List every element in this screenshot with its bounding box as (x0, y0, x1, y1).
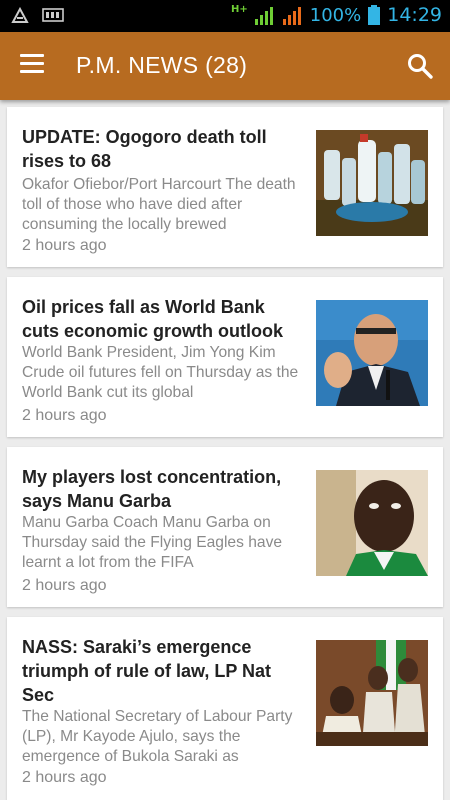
article-time: 2 hours ago (22, 769, 107, 786)
article-time: 2 hours ago (22, 237, 107, 254)
article-snippet: Manu Garba Coach Manu Garba on Thursday … (22, 514, 283, 571)
notification-icons (10, 6, 64, 24)
article-title: NASS: Saraki’s emergence triumph of rule… (22, 637, 272, 705)
article-title: Oil prices fall as World Bank cuts econo… (22, 297, 284, 341)
news-card[interactable]: NASS: Saraki’s emergence triumph of rule… (7, 617, 443, 800)
signal-strength-icon (254, 7, 273, 25)
clock-label: 14:29 (387, 4, 442, 26)
system-status-icons: H+ 100% 14:29 (231, 3, 442, 27)
article-thumbnail-senate-officials (316, 640, 428, 746)
app-toolbar: P.M. NEWS (28) (0, 32, 450, 100)
article-title: My players lost concentration, says Manu… (22, 467, 282, 511)
article-snippet: The National Secretary of Labour Party (… (22, 708, 293, 765)
battery-percent-label: 100% (309, 4, 362, 26)
wifi-signal-icon (282, 7, 301, 25)
battery-icon (368, 5, 381, 25)
article-time: 2 hours ago (22, 407, 107, 424)
network-type-label: H+ (231, 3, 248, 15)
hamburger-menu-icon[interactable] (20, 54, 50, 78)
news-card[interactable]: Oil prices fall as World Bank cuts econo… (7, 277, 443, 437)
recycle-notification-icon (11, 6, 29, 23)
news-card[interactable]: My players lost concentration, says Manu… (7, 447, 443, 607)
article-snippet: World Bank President, Jim Yong Kim Crude… (22, 344, 299, 401)
article-thumbnail-bottles (316, 130, 428, 236)
status-bar: H+ 100% 14:29 (0, 0, 450, 32)
article-thumbnail-world-bank-president (316, 300, 428, 406)
search-icon[interactable] (406, 52, 434, 80)
article-snippet: Okafor Ofiebor/Port Harcourt The death t… (22, 176, 296, 233)
app-title: P.M. NEWS (28) (76, 52, 248, 78)
article-title: UPDATE: Ogogoro death toll rises to 68 (22, 127, 267, 171)
article-time: 2 hours ago (22, 577, 107, 594)
news-card[interactable]: UPDATE: Ogogoro death toll rises to 68 O… (7, 107, 443, 267)
article-thumbnail-coach-portrait (316, 470, 428, 576)
battery-full-notification-icon (42, 8, 64, 22)
